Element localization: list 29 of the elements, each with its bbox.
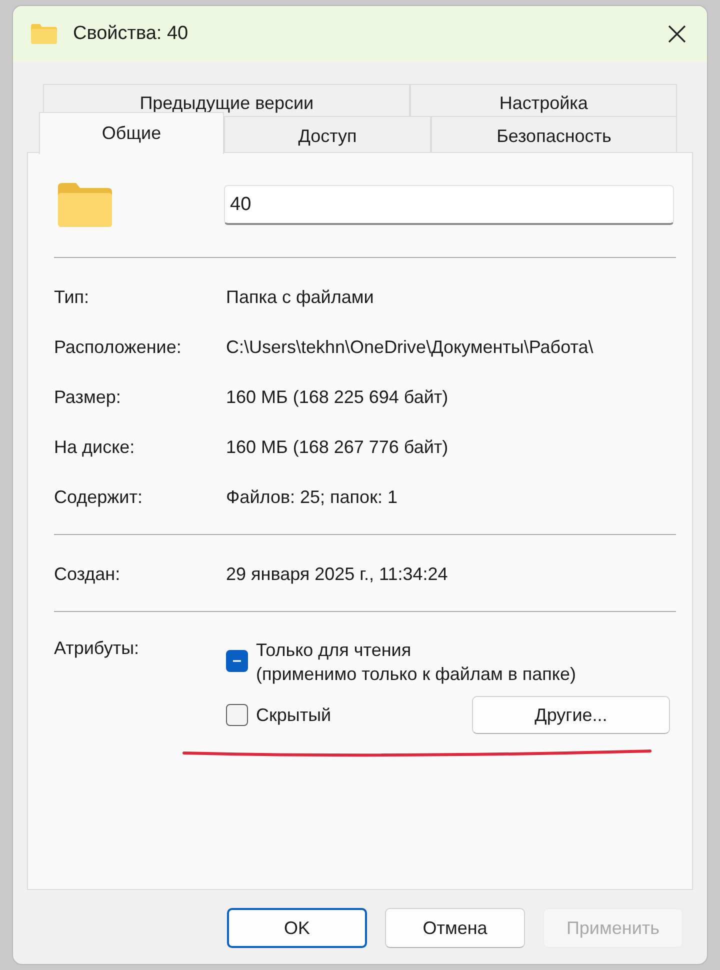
dialog-button[interactable]: Отмена	[385, 908, 525, 948]
checkbox-note: (применимо только к файлам в папке)	[256, 663, 577, 686]
window-title: Свойства: 40	[73, 23, 190, 45]
property-value: 160 МБ (168 225 694 байт)	[226, 386, 448, 408]
tab[interactable]: Безопасность	[430, 116, 677, 152]
checkbox[interactable]	[226, 704, 248, 726]
checkbox-label: Скрытый	[256, 704, 332, 727]
property-label: Содержит:	[54, 486, 144, 508]
property-value: C:\Users\tekhn\OneDrive\Документы\Работа\	[226, 336, 594, 358]
advanced-button[interactable]: Другие...	[472, 696, 670, 734]
property-label: Расположение:	[54, 336, 182, 358]
property-value: Файлов: 25; папок: 1	[226, 486, 398, 508]
checkbox-label: Только для чтения	[256, 639, 412, 662]
tab[interactable]: Доступ	[224, 116, 431, 152]
folder-icon	[31, 24, 57, 44]
property-value: Папка с файлами	[226, 286, 374, 308]
tab[interactable]: Общие	[39, 112, 224, 154]
dialog-button[interactable]: OK	[227, 908, 367, 948]
property-value: 29 января 2025 г., 11:34:24	[226, 564, 448, 584]
property-label: Размер:	[54, 386, 122, 408]
name-field[interactable]: 40	[224, 185, 674, 225]
folder-icon	[58, 183, 112, 227]
tab[interactable]: Настройка	[410, 84, 677, 118]
checkbox[interactable]	[226, 650, 248, 672]
property-label: Тип:	[54, 286, 90, 308]
property-label: Атрибуты:	[54, 638, 140, 659]
property-label: На диске:	[54, 436, 136, 458]
property-label: Создан:	[54, 564, 122, 584]
property-value: 160 МБ (168 267 776 байт)	[226, 436, 448, 458]
